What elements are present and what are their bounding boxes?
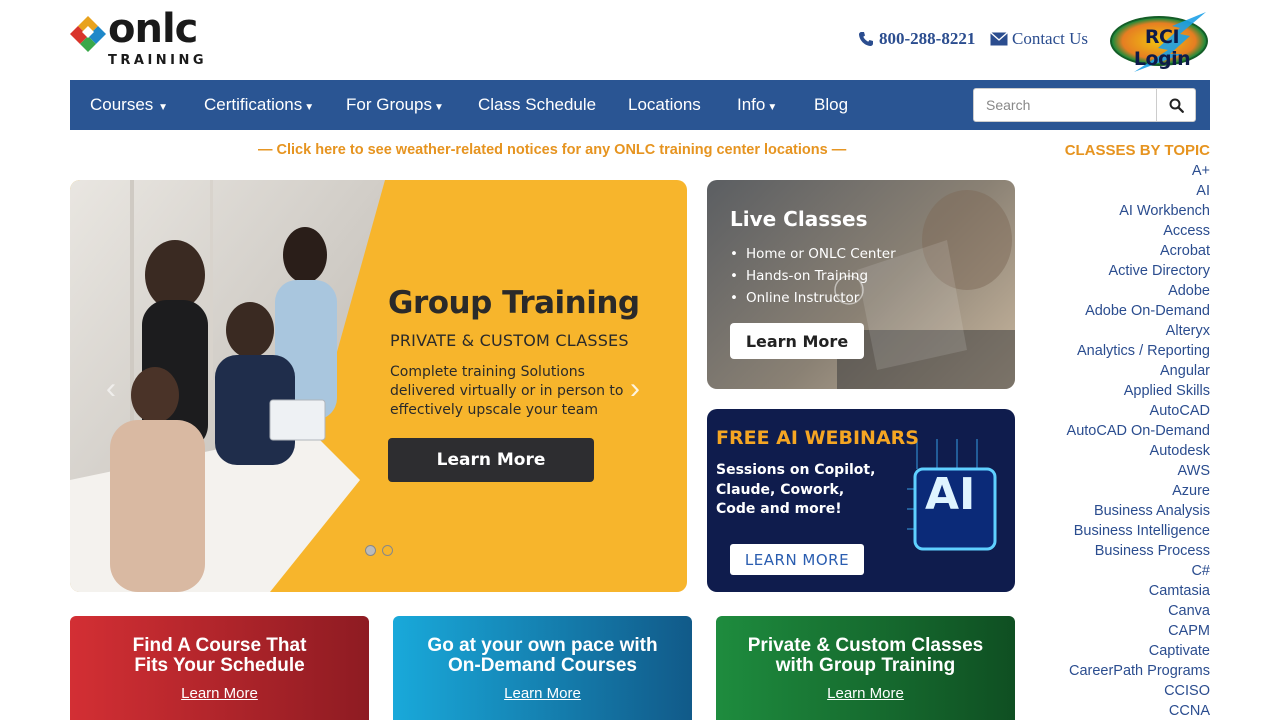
ai-webinars-title: FREE AI WEBINARS <box>716 427 919 449</box>
nav-item-info[interactable]: Info ▼ <box>737 95 777 115</box>
topic-link[interactable]: Adobe <box>1065 281 1210 301</box>
list-item: Online Instructor <box>730 287 896 309</box>
topic-link[interactable]: Access <box>1065 221 1210 241</box>
ai-webinars-description: Sessions on Copilot, Claude, Cowork, Cod… <box>716 462 876 517</box>
hero-subtitle: PRIVATE & CUSTOM CLASSES <box>390 331 629 350</box>
topic-link[interactable]: Canva <box>1065 601 1210 621</box>
chevron-right-icon[interactable]: › <box>630 372 640 406</box>
on-demand-card[interactable]: Go at your own pace with On-Demand Cours… <box>393 616 692 720</box>
topic-link[interactable]: CAPM <box>1065 621 1210 641</box>
card-learn-more-link[interactable]: Learn More <box>181 685 258 702</box>
topic-link[interactable]: AI Workbench <box>1065 201 1210 221</box>
card-title: Go at your own pace with On-Demand Cours… <box>427 635 658 676</box>
carousel-dots <box>365 545 393 556</box>
card-title: Private & Custom Classes with Group Trai… <box>747 635 984 676</box>
nav-item-class-schedule[interactable]: Class Schedule <box>478 95 596 115</box>
rci-login-button[interactable]: RCI Login <box>1110 12 1210 72</box>
nav-item-locations[interactable]: Locations <box>628 95 701 115</box>
ai-webinars-card[interactable]: AI FREE AI WEBINARS Sessions on Copilot,… <box>707 409 1015 592</box>
find-course-card[interactable]: Find A Course That Fits Your Schedule Le… <box>70 616 369 720</box>
classes-by-topic-list: CLASSES BY TOPIC A+ AI AI Workbench Acce… <box>1065 142 1210 720</box>
live-classes-title: Live Classes <box>730 207 868 231</box>
topic-link[interactable]: Alteryx <box>1065 321 1210 341</box>
contact-us-label: Contact Us <box>1012 29 1089 48</box>
caret-down-icon: ▼ <box>767 102 778 113</box>
caret-down-icon: ▼ <box>433 102 444 113</box>
ai-webinars-learn-more-button[interactable]: LEARN MORE <box>730 544 864 575</box>
topic-link[interactable]: CCNA <box>1065 701 1210 720</box>
nav-label: Certifications <box>204 95 303 114</box>
chevron-left-icon[interactable]: ‹ <box>106 372 116 406</box>
phone-number: 800-288-8221 <box>879 29 976 48</box>
topic-link[interactable]: AWS <box>1065 461 1211 481</box>
phone-link[interactable]: 800-288-8221 <box>858 29 975 49</box>
search-icon <box>1169 98 1184 113</box>
card-learn-more-link[interactable]: Learn More <box>504 685 581 702</box>
contact-us-link[interactable]: Contact Us <box>990 29 1088 49</box>
nav-label: Class Schedule <box>478 95 597 114</box>
logo-subtitle: TRAINING <box>108 53 208 68</box>
hero-title: Group Training <box>388 285 640 321</box>
topic-link[interactable]: Business Intelligence <box>1065 521 1210 541</box>
nav-item-courses[interactable]: Courses ▼ <box>90 95 168 115</box>
topic-link[interactable]: AutoCAD On-Demand <box>1065 421 1210 441</box>
group-training-card[interactable]: Private & Custom Classes with Group Trai… <box>716 616 1015 720</box>
search-input[interactable]: Search <box>973 88 1157 122</box>
nav-label: For Groups <box>346 95 432 114</box>
nav-label: Locations <box>628 95 701 114</box>
search-placeholder: Search <box>986 97 1031 113</box>
nav-label: Blog <box>814 95 849 114</box>
ai-chip-label: AI <box>925 469 976 520</box>
logo-diamond-icon <box>70 16 106 52</box>
topic-link[interactable]: Business Process <box>1065 541 1210 561</box>
live-classes-learn-more-button[interactable]: Learn More <box>730 323 864 359</box>
list-item: Hands-on Training <box>730 265 896 287</box>
topic-link[interactable]: Camtasia <box>1065 581 1210 601</box>
topic-link[interactable]: Business Analysis <box>1065 501 1210 521</box>
search-button[interactable] <box>1156 88 1196 122</box>
topic-link[interactable]: Angular <box>1065 361 1210 381</box>
topic-link[interactable]: C# <box>1065 561 1210 581</box>
hero-description: Complete training Solutions delivered vi… <box>390 364 624 418</box>
page: onlc TRAINING 800-288-8221 Contact Us RC… <box>0 0 1280 720</box>
onlc-logo[interactable]: onlc TRAINING <box>70 6 215 70</box>
nav-item-certifications[interactable]: Certifications ▼ <box>204 95 314 115</box>
nav-item-blog[interactable]: Blog <box>814 95 848 115</box>
mail-icon <box>990 32 1008 46</box>
topic-link[interactable]: AutoCAD <box>1065 401 1210 421</box>
topic-link[interactable]: Applied Skills <box>1065 381 1210 401</box>
topic-link[interactable]: Active Directory <box>1065 261 1210 281</box>
nav-item-for-groups[interactable]: For Groups ▼ <box>346 95 444 115</box>
live-classes-card[interactable]: Live Classes Home or ONLC Center Hands-o… <box>707 180 1015 389</box>
topic-link[interactable]: CareerPath Programs <box>1065 661 1210 681</box>
card-learn-more-link[interactable]: Learn More <box>827 685 904 702</box>
live-classes-bullets: Home or ONLC Center Hands-on Training On… <box>730 243 896 309</box>
weather-notice-link[interactable]: — Click here to see weather-related noti… <box>258 142 846 158</box>
topics-heading: CLASSES BY TOPIC <box>1064 142 1210 159</box>
caret-down-icon: ▼ <box>304 102 315 113</box>
card-title: Find A Course That Fits Your Schedule <box>132 635 307 676</box>
list-item: Home or ONLC Center <box>730 243 896 265</box>
caret-down-icon: ▼ <box>155 102 168 113</box>
topic-link[interactable]: Analytics / Reporting <box>1065 341 1210 361</box>
topic-link[interactable]: CCISO <box>1065 681 1210 701</box>
topic-link[interactable]: Adobe On-Demand <box>1065 301 1210 321</box>
nav-label: Courses <box>90 95 154 114</box>
topic-link[interactable]: Autodesk <box>1065 441 1210 461</box>
main-nav: Courses ▼ Certifications ▼ For Groups ▼ Cl… <box>70 80 1210 130</box>
nav-label: Info <box>737 95 766 114</box>
phone-icon <box>859 32 873 46</box>
topic-link[interactable]: Azure <box>1065 481 1210 501</box>
hero-carousel[interactable]: Group Training PRIVATE & CUSTOM CLASSES … <box>70 180 687 592</box>
hero-learn-more-button[interactable]: Learn More <box>388 438 594 482</box>
topic-link[interactable]: Captivate <box>1065 641 1210 661</box>
topic-link[interactable]: AI <box>1065 181 1210 201</box>
topic-link[interactable]: A+ <box>1065 161 1210 181</box>
carousel-dot[interactable] <box>365 545 376 556</box>
logo-wordmark: onlc <box>108 6 198 52</box>
rci-login-label: RCI Login <box>1133 26 1191 70</box>
carousel-dot[interactable] <box>382 545 393 556</box>
topic-link[interactable]: Acrobat <box>1065 241 1210 261</box>
